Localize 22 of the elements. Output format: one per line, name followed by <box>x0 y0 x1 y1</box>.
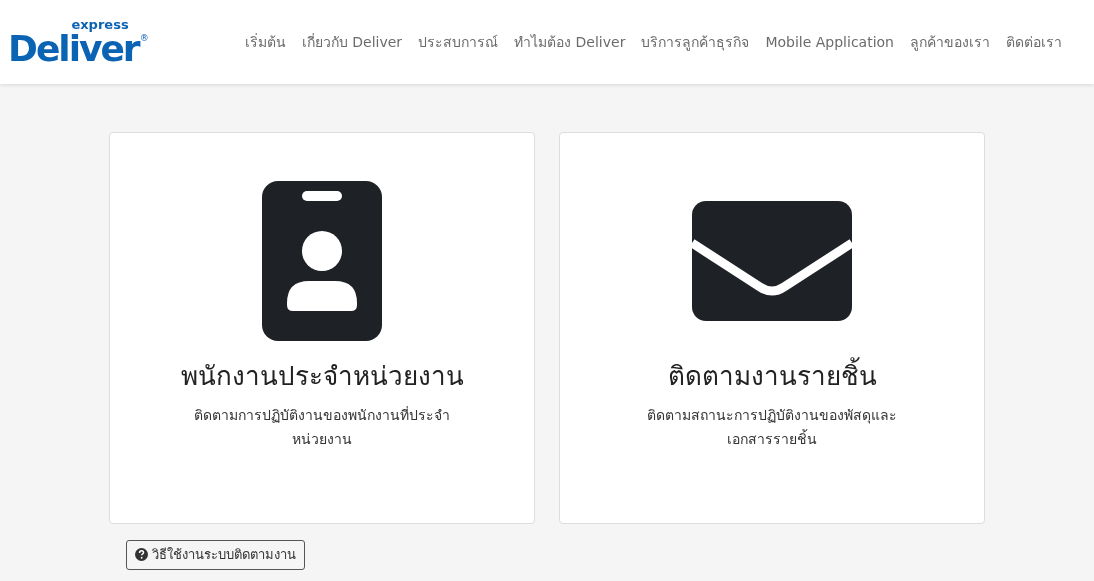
logo[interactable]: express Deliver® <box>8 17 149 67</box>
help-button[interactable]: วิธีใช้งานระบบติดตามงาน <box>126 540 305 570</box>
nav-link[interactable]: ลูกค้าของเรา <box>910 31 990 53</box>
nav-link[interactable]: ประสบการณ์ <box>418 31 499 53</box>
logo-tagline: express <box>71 17 129 31</box>
card-title: ติดตามงานรายชิ้น <box>667 357 877 396</box>
nav-link[interactable]: ติดต่อเรา <box>1006 31 1062 53</box>
nav-link[interactable]: ทำไมต้อง Deliver <box>514 31 626 53</box>
card-description: ติดตามการปฏิบัติงานของพนักงานที่ประจำหน่วยงาน <box>193 405 451 449</box>
logo-wordmark: Deliver <box>8 30 139 67</box>
nav-link[interactable]: บริการลูกค้าธุรกิจ <box>641 31 750 53</box>
card-title: พนักงานประจำหน่วยงาน <box>180 360 464 393</box>
nav-link[interactable]: Mobile Application <box>765 31 894 53</box>
card-description: ติดตามสถานะการปฏิบัติงานของพัสดุและเอกสารรายชิ้น <box>646 406 898 449</box>
id-badge-icon <box>262 181 382 341</box>
card[interactable]: ติดตามงานรายชิ้น ติดตามสถานะการปฏิบัติงานของพัสดุและเอกสารรายชิ้น <box>559 132 985 524</box>
help-icon <box>135 548 148 562</box>
card[interactable]: พนักงานประจำหน่วยงาน ติดตามการปฏิบัติงานของพนักงานที่ประจำหน่วยงาน <box>109 132 535 524</box>
registered-mark: ® <box>139 33 149 43</box>
envelope-icon <box>692 201 852 321</box>
nav-link[interactable]: เกี่ยวกับ Deliver <box>301 31 403 53</box>
nav-link[interactable]: เริ่มต้น <box>244 31 286 53</box>
